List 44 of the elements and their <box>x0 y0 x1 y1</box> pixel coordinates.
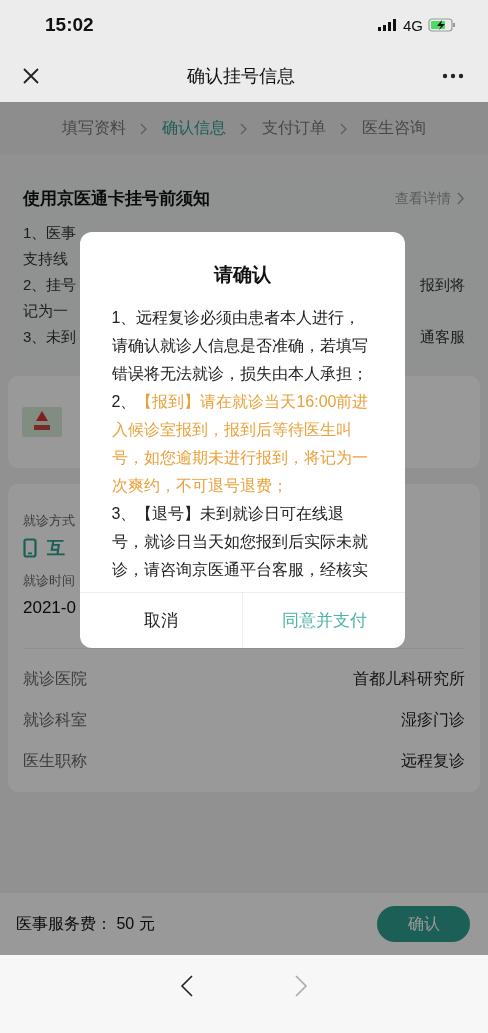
step-label: 填写资料 <box>62 118 126 138</box>
more-icon[interactable] <box>442 73 464 79</box>
dialog-title: 请确认 <box>214 263 271 287</box>
field-value: 首都儿科研究所 <box>353 669 465 689</box>
notice-text: 1、医事 <box>23 223 77 243</box>
notice-text: 记为一 <box>23 301 68 321</box>
step-label: 支付订单 <box>262 118 326 138</box>
phone-icon <box>23 538 37 558</box>
visit-mode: 互 <box>47 537 65 560</box>
agree-pay-button[interactable]: 同意并支付 <box>243 593 405 648</box>
chevron-right-icon <box>140 122 148 135</box>
field-label: 就诊医院 <box>23 669 87 689</box>
signal-icon <box>378 19 398 31</box>
field-label: 就诊科室 <box>23 710 87 730</box>
dialog-paragraph: 2、【报到】请在就诊当天16:00前进入候诊室报到，报到后等待医生叫号，如您逾期未进行报到，将记为一次爽约，不可退号退费； <box>111 392 370 496</box>
chevron-right-icon <box>240 122 248 135</box>
cancel-button[interactable]: 取消 <box>80 593 243 648</box>
field-label: 就诊方式 <box>23 512 75 530</box>
status-time: 15:02 <box>45 14 94 36</box>
field-value: 远程复诊 <box>401 751 465 771</box>
field-value: 湿疹门诊 <box>401 710 465 730</box>
back-icon[interactable] <box>180 975 194 997</box>
page-title: 确认挂号信息 <box>187 65 295 88</box>
fee-text: 医事服务费： 50 元 <box>16 913 155 934</box>
chevron-right-icon <box>340 122 348 135</box>
notice-text: 2、挂号 <box>23 275 77 295</box>
visit-time: 2021-0 <box>23 598 76 618</box>
battery-charging-icon <box>428 18 456 32</box>
field-label: 就诊时间 <box>23 572 75 590</box>
dialog-paragraph: 3、【退号】未到就诊日可在线退号，就诊日当天如您报到后实际未就诊，请咨询京医通平台客服，经核实 <box>111 504 369 580</box>
step-label: 确认信息 <box>162 118 226 138</box>
step-label: 医生咨询 <box>362 118 426 138</box>
notice-text: 3、未到 <box>23 327 77 347</box>
notice-title: 使用京医通卡挂号前须知 <box>23 188 211 210</box>
confirm-button[interactable]: 确认 <box>377 906 470 942</box>
field-label: 医生职称 <box>23 751 87 771</box>
notice-text: 支持线 <box>23 249 68 269</box>
notice-text: 报到将 <box>420 275 465 295</box>
notice-text: 通客服 <box>420 327 465 347</box>
dialog-paragraph: 1、远程复诊必须由患者本人进行，请确认就诊人信息是否准确，若填写错误将无法就诊，损失由本人承担； <box>111 308 369 384</box>
close-icon[interactable] <box>22 67 40 85</box>
chevron-right-icon <box>457 192 465 205</box>
hospital-logo-icon <box>22 407 62 437</box>
network-label: 4G <box>403 16 423 34</box>
